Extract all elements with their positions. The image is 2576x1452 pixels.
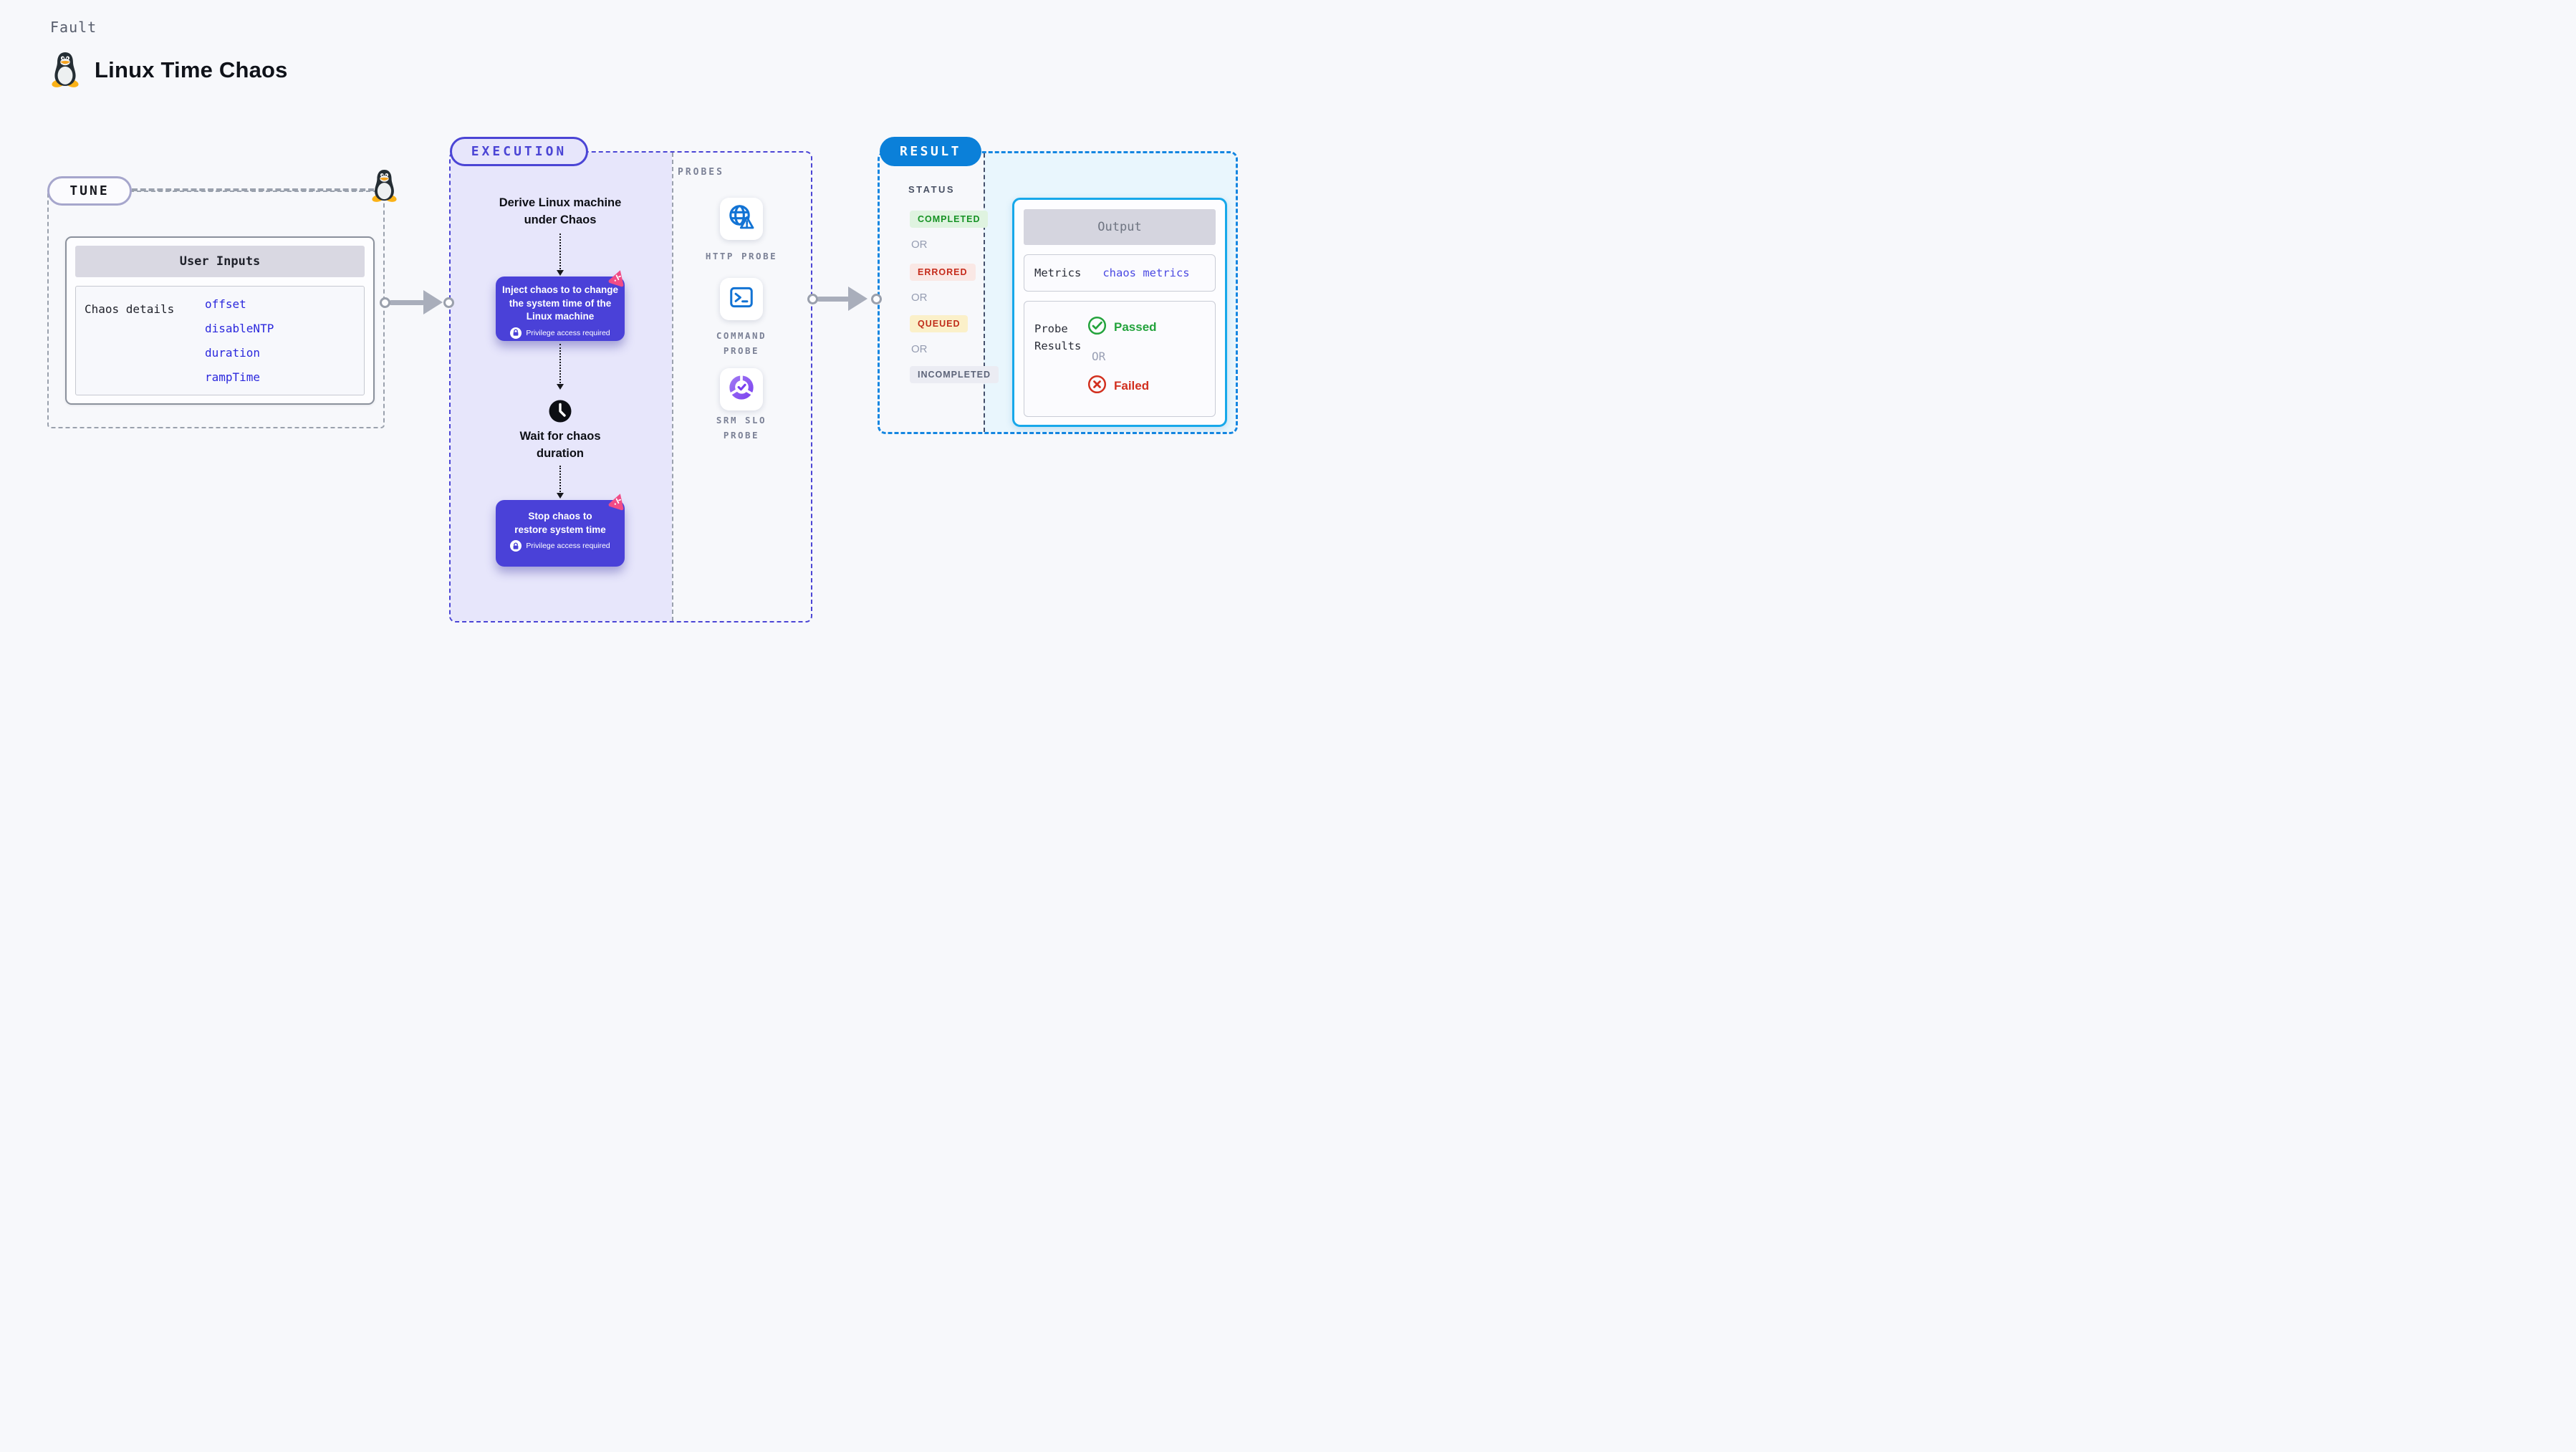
user-inputs-card: User Inputs Chaos details offset disable… (65, 236, 375, 405)
arrow-head-icon (848, 287, 868, 311)
slo-pie-icon (727, 373, 756, 405)
execution-pill: EXECUTION (450, 137, 588, 166)
status-badge-incompleted: INCOMPLETED (910, 366, 999, 383)
result-pill: RESULT (880, 137, 981, 166)
tux-logo-icon (50, 52, 80, 91)
connector-node (871, 294, 882, 304)
metrics-row: Metrics chaos metrics (1024, 254, 1216, 292)
connector-node (807, 294, 818, 304)
arrow-head-icon (423, 290, 443, 314)
probe-results-label: Probe Results (1034, 322, 1082, 353)
inject-step-label: Inject chaos to to change the system tim… (501, 284, 619, 322)
privilege-label: Privilege access required (526, 328, 610, 337)
connector-node (380, 297, 390, 308)
user-inputs-body: Chaos details offset disableNTP duration… (75, 286, 365, 395)
chaos-detail-value-ramptime: rampTime (205, 370, 261, 384)
lock-icon (510, 540, 522, 552)
derive-step-label: Derive Linux machine under Chaos (499, 196, 622, 226)
command-probe-card (720, 278, 763, 320)
chaos-detail-value-offset: offset (205, 297, 246, 311)
execution-probes-divider (672, 153, 673, 621)
wait-step-label: Wait for chaos duration (519, 430, 601, 460)
output-card: Output Metrics chaos metrics Probe Resul… (1012, 198, 1227, 427)
globe-alert-icon (727, 203, 756, 235)
or-separator: OR (911, 239, 928, 251)
status-badge-errored: ERRORED (910, 264, 976, 281)
tune-connector-line (132, 188, 374, 191)
arrow-shaft (389, 300, 425, 305)
x-circle-icon (1087, 375, 1107, 397)
tune-pill: TUNE (47, 176, 132, 206)
user-inputs-title: User Inputs (75, 246, 365, 277)
srm-slo-probe-label: SRM SLO PROBE (716, 415, 767, 441)
chaos-details-label: Chaos details (85, 302, 175, 316)
connector-node (443, 297, 454, 308)
http-probe-card (720, 198, 763, 240)
flow-dotted-line (559, 234, 561, 269)
failed-label: Failed (1114, 378, 1150, 393)
or-separator: OR (911, 343, 928, 355)
flow-arrowhead-icon (557, 270, 564, 276)
stop-chaos-card: Stop chaos to restore system time Privil… (496, 500, 625, 567)
http-probe-label: HTTP PROBE (705, 251, 778, 261)
terminal-icon (728, 284, 755, 314)
flow-arrowhead-icon (557, 493, 564, 499)
probes-section-label: PROBES (678, 167, 724, 178)
chaos-detail-value-disablentp: disableNTP (205, 322, 274, 335)
fault-kicker: Fault (50, 19, 97, 36)
status-title: STATUS (908, 184, 956, 195)
probe-results-row: Probe Results Passed OR Failed (1024, 301, 1216, 417)
chaos-logo-icon (608, 491, 628, 511)
metrics-label: Metrics (1034, 266, 1082, 279)
status-badge-completed: COMPLETED (910, 211, 989, 228)
command-probe-label: COMMAND PROBE (716, 330, 767, 357)
check-circle-icon (1087, 316, 1107, 338)
status-output-divider (984, 153, 985, 432)
or-separator: OR (911, 292, 928, 304)
metrics-value: chaos metrics (1102, 266, 1190, 279)
arrow-shaft (817, 297, 850, 302)
chaos-logo-icon (608, 268, 628, 287)
page-title: Linux Time Chaos (95, 57, 288, 82)
output-title: Output (1024, 209, 1216, 245)
inject-chaos-card: Inject chaos to to change the system tim… (496, 277, 625, 341)
stop-step-label: Stop chaos to restore system time (514, 511, 606, 535)
flow-arrowhead-icon (557, 384, 564, 390)
chaos-detail-value-duration: duration (205, 346, 261, 360)
flow-dotted-line (559, 466, 561, 492)
status-badge-queued: QUEUED (910, 315, 969, 332)
passed-label: Passed (1114, 319, 1157, 334)
clock-icon (548, 399, 572, 427)
privilege-label: Privilege access required (526, 542, 610, 551)
or-separator: OR (1092, 350, 1106, 363)
privilege-badge: Privilege access required (500, 327, 620, 339)
privilege-badge: Privilege access required (500, 540, 620, 552)
srm-slo-probe-card (720, 368, 763, 410)
flow-dotted-line (559, 344, 561, 383)
tux-connector-icon (370, 169, 398, 206)
lock-icon (510, 327, 522, 339)
